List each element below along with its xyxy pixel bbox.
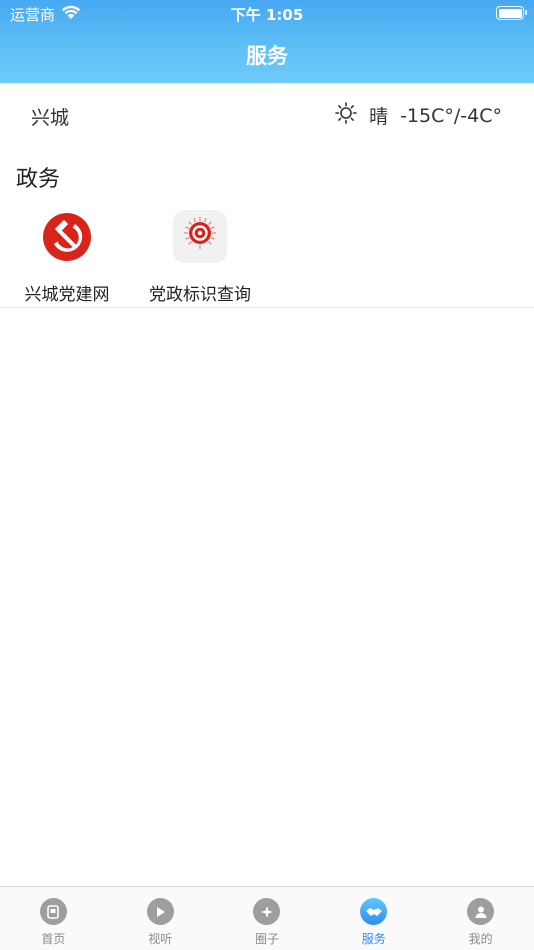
tab-label: 圈子 [254, 932, 279, 946]
weather-info: 晴 -15C°/-4C° [335, 102, 502, 129]
city-label[interactable]: 兴城 [31, 103, 69, 130]
weather-temperature: -15C°/-4C° [400, 104, 502, 127]
sun-icon [335, 102, 357, 129]
status-bar: 运营商 下午 1:05 [0, 0, 534, 28]
header-bar: 运营商 下午 1:05 服务 [0, 0, 534, 83]
service-grid: 兴城党建网 党政标识查询 [0, 210, 534, 308]
tab-label: 我的 [468, 932, 493, 946]
party-emblem-icon [40, 210, 94, 263]
tab-profile[interactable]: 我的 [427, 887, 534, 950]
user-icon [467, 898, 495, 925]
home-icon [39, 898, 67, 925]
tab-bar: 首页 视听 圈子 服务 我的 [0, 886, 534, 950]
tab-label: 服务 [361, 932, 386, 946]
service-label: 兴城党建网 [24, 285, 110, 305]
play-icon [146, 898, 174, 925]
tab-services[interactable]: 服务 [320, 887, 427, 950]
section-title: 政务 [16, 167, 61, 192]
weather-condition: 晴 [369, 106, 389, 128]
battery-icon [496, 6, 527, 20]
tab-media[interactable]: 视听 [107, 887, 214, 950]
service-label: 党政标识查询 [149, 285, 251, 305]
tab-home[interactable]: 首页 [0, 887, 107, 950]
weather-row: 兴城 晴 -15C°/-4C° [0, 83, 534, 145]
tab-label: 视听 [148, 932, 173, 946]
service-item-conac-query[interactable]: 党政标识查询 [135, 210, 265, 305]
page-title: 服务 [246, 44, 288, 68]
circle-icon [253, 898, 281, 925]
conac-logo-icon [173, 210, 227, 263]
service-item-party-building[interactable]: 兴城党建网 [2, 210, 132, 305]
tab-label: 首页 [41, 932, 66, 946]
status-time: 下午 1:05 [230, 6, 304, 24]
tab-circle[interactable]: 圈子 [214, 887, 321, 950]
handshake-icon [360, 898, 388, 925]
